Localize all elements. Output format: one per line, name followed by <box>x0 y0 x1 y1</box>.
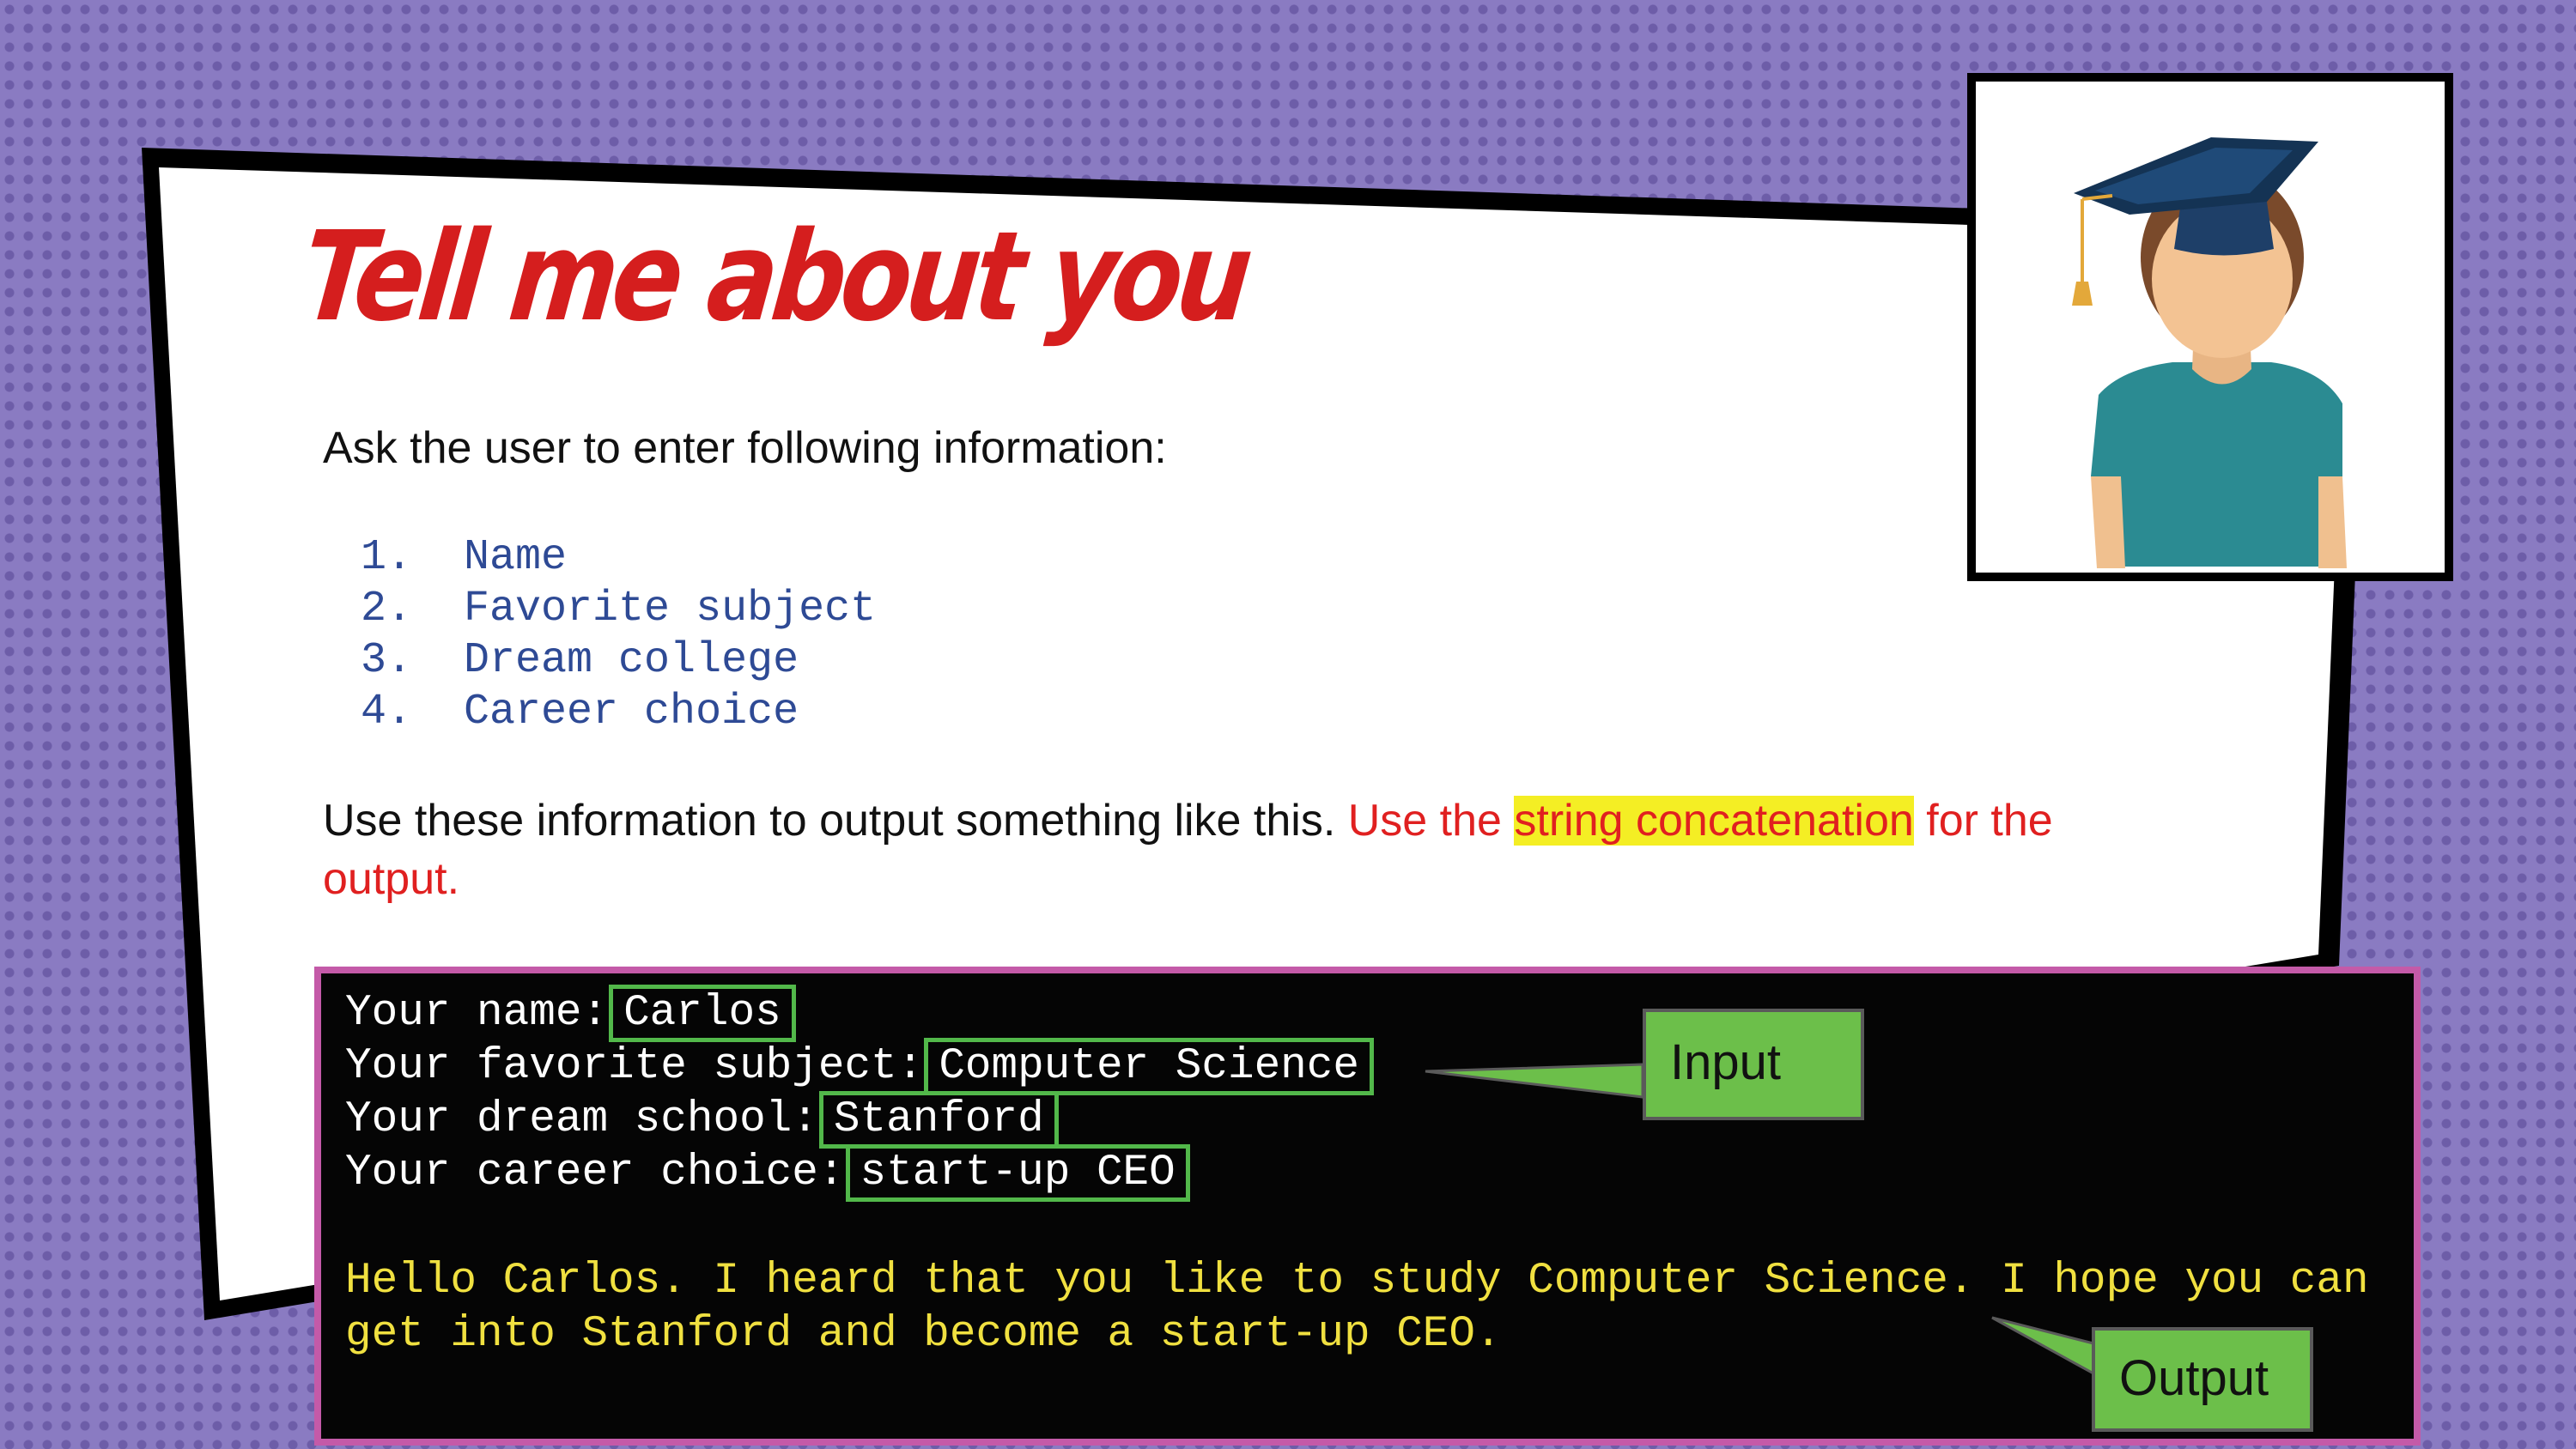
terminal-row: Your career choice: start-up CEO <box>345 1144 1370 1202</box>
instruction-text: Use these information to output somethin… <box>323 791 2126 908</box>
terminal-prompt: Your favorite subject: <box>345 1042 924 1091</box>
terminal-prompt: Your name: <box>345 989 609 1038</box>
list-item: 2. Favorite subject <box>361 585 877 634</box>
terminal-input-value: start-up CEO <box>845 1144 1190 1202</box>
terminal-input-value: Stanford <box>818 1091 1059 1149</box>
terminal-input-value: Carlos <box>609 985 796 1042</box>
terminal-row: Your favorite subject: Computer Science <box>345 1038 1374 1095</box>
terminal-inputs: Your name: Carlos Your favorite subject: C… <box>345 985 1374 1202</box>
list-item: 4. Career choice <box>361 688 799 737</box>
output-callout: Output <box>2092 1327 2313 1432</box>
input-callout: Input <box>1643 1009 1864 1120</box>
terminal-prompt: Your career choice: <box>345 1149 845 1197</box>
field-list: 1. Name 2. Favorite subject 3. Dream col… <box>361 532 876 738</box>
list-item: 3. Dream college <box>361 636 799 685</box>
terminal-row: Your dream school: Stanford <box>345 1091 1370 1149</box>
terminal-output: Hello Carlos. I heard that you like to s… <box>345 1257 2369 1359</box>
instruction-highlight: string concatenation <box>1514 796 1914 846</box>
instruction-red-start: Use the <box>1347 796 1515 846</box>
intro-text: Ask the user to enter following informat… <box>323 423 1167 473</box>
slide-title: Tell me about you <box>295 206 1254 349</box>
terminal-prompt: Your dream school: <box>345 1095 818 1144</box>
terminal-row: Your name: Carlos <box>345 985 1370 1042</box>
terminal-input-value: Computer Science <box>924 1038 1374 1095</box>
instruction-black: Use these information to output somethin… <box>323 796 1348 846</box>
list-item: 1. Name <box>361 533 568 582</box>
